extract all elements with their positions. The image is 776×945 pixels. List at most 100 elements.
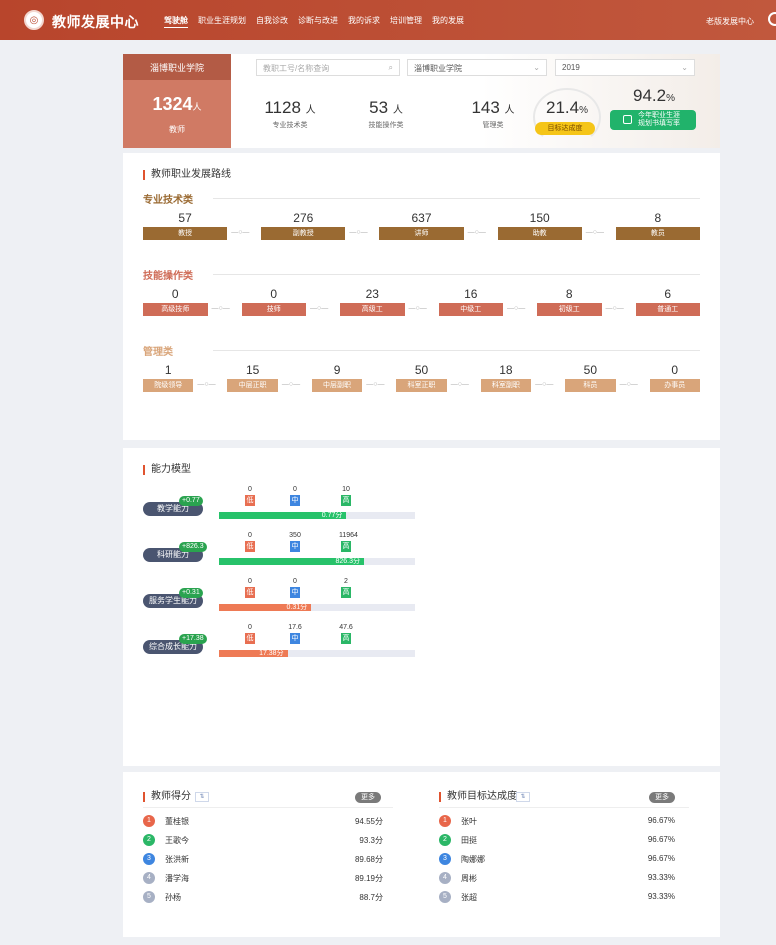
college-select[interactable]: 淄博职业学院 ⌄ xyxy=(407,59,547,76)
career-plan-rate-button[interactable]: 今年职业生涯 规划书填写率 xyxy=(610,110,696,130)
career-node[interactable]: 9 中层副职 xyxy=(311,363,363,392)
teacher-score-title: 教师得分 xyxy=(143,792,191,802)
teacher-total-panel: 1324人 教师 xyxy=(123,80,231,148)
ranking-value: 93.33% xyxy=(647,892,675,901)
career-node[interactable]: 57 教授 xyxy=(143,211,228,240)
ranking-row[interactable]: 1 张叶 96.67% xyxy=(439,814,675,829)
ranking-value: 93.33% xyxy=(647,873,675,882)
career-node[interactable]: 0 办事员 xyxy=(649,363,700,392)
career-node-label: 办事员 xyxy=(649,379,700,392)
career-node[interactable]: 637 讲师 xyxy=(379,211,464,240)
rank-badge: 3 xyxy=(439,853,451,865)
career-node-count: 50 xyxy=(414,363,429,377)
ranking-name: 陶娜娜 xyxy=(461,855,485,864)
ability-level-badge: 中 xyxy=(290,633,300,644)
career-connector: —○— xyxy=(585,229,605,236)
ability-level-value: 0 xyxy=(293,578,297,585)
teacher-total-label: 教师 xyxy=(169,125,185,134)
ability-level-badge: 高 xyxy=(341,587,351,598)
school-logo-icon: ◎ xyxy=(24,10,44,30)
career-node[interactable]: 0 技师 xyxy=(241,287,306,316)
search-input[interactable]: 教职工号/名称查询 ⌕ xyxy=(256,59,400,76)
ability-level-marker: 0低 xyxy=(243,624,257,644)
ability-level-badge: 中 xyxy=(290,541,300,552)
career-node[interactable]: 50 科室正职 xyxy=(396,363,447,392)
career-node[interactable]: 18 科室副职 xyxy=(480,363,532,392)
career-connector: —○— xyxy=(507,305,526,312)
ability-row: 综合成长能力 +17.38 0 低 17.6 中 47.6 高 17.38分 xyxy=(143,624,423,664)
career-node-label: 高级技师 xyxy=(143,303,208,316)
ranking-name: 张叶 xyxy=(461,817,477,826)
career-node-label: 中层副职 xyxy=(311,379,363,392)
divider xyxy=(143,807,393,808)
sort-icon[interactable]: ⇅ xyxy=(195,792,209,802)
career-node-label: 科室副职 xyxy=(480,379,532,392)
teacher-score-more-button[interactable]: 更多 xyxy=(355,792,381,803)
nav-item-diagnosis-improvement[interactable]: 诊断与改进 xyxy=(298,15,338,28)
ability-row: 服务学生能力 +0.31 0 低 0 中 2 高 0.31分 xyxy=(143,578,423,618)
career-path-card: 教师职业发展路线 专业技术类 57 教授 —○— 276 副教授 —○— 637 讲师 —○— 15… xyxy=(123,153,720,440)
ability-level-value: 350 xyxy=(289,532,301,539)
career-node-count: 15 xyxy=(245,363,260,377)
stat-skill: 53 人 技能操作类 xyxy=(368,98,404,129)
ability-level-value: 0 xyxy=(293,486,297,493)
user-menu-icon[interactable] xyxy=(768,12,776,26)
ranking-value: 96.67% xyxy=(647,816,675,825)
year-select[interactable]: 2019 ⌄ xyxy=(555,59,695,76)
school-tab[interactable]: 淄博职业学院 xyxy=(123,54,231,80)
old-version-link[interactable]: 老版发展中心 xyxy=(706,16,754,27)
teacher-goal-more-button[interactable]: 更多 xyxy=(649,792,675,803)
ability-score-track: 17.38分 xyxy=(219,650,415,657)
career-node[interactable]: 276 副教授 xyxy=(261,211,346,240)
nav-item-dashboard[interactable]: 驾驶舱 xyxy=(164,15,188,28)
ability-score-bar: 0.31分 xyxy=(219,604,312,611)
ability-level-marker: 0低 xyxy=(243,486,257,506)
edit-icon xyxy=(623,115,632,124)
ranking-row[interactable]: 3 张洪新 89.68分 xyxy=(143,852,383,867)
rank-badge: 2 xyxy=(439,834,451,846)
career-node[interactable]: 0 高级技师 xyxy=(143,287,208,316)
nav-item-my-appeals[interactable]: 我的诉求 xyxy=(348,15,380,28)
career-node-label: 科室正职 xyxy=(396,379,447,392)
ability-level-value: 0 xyxy=(248,486,252,493)
ranking-row[interactable]: 2 田挺 96.67% xyxy=(439,833,675,848)
career-node[interactable]: 8 初级工 xyxy=(537,287,602,316)
career-node[interactable]: 50 科员 xyxy=(565,363,616,392)
career-node[interactable]: 6 普通工 xyxy=(635,287,700,316)
ranking-row[interactable]: 2 王歌今 93.3分 xyxy=(143,833,383,848)
ranking-row[interactable]: 5 张超 93.33% xyxy=(439,890,675,905)
career-node[interactable]: 8 教员 xyxy=(615,211,700,240)
ranking-name: 张超 xyxy=(461,893,477,902)
ranking-row[interactable]: 5 孙杨 88.7分 xyxy=(143,890,383,905)
ranking-name: 孙杨 xyxy=(165,893,181,902)
ability-delta-badge: +0.77 xyxy=(179,496,203,506)
career-node[interactable]: 15 中层正职 xyxy=(227,363,278,392)
ability-level-marker: 10 高 xyxy=(339,486,353,506)
career-node-label: 初级工 xyxy=(537,303,602,316)
ranking-row[interactable]: 3 陶娜娜 96.67% xyxy=(439,852,675,867)
career-node-count: 0 xyxy=(171,287,179,301)
career-connector: —○— xyxy=(605,305,624,312)
career-node[interactable]: 23 高级工 xyxy=(340,287,405,316)
career-category-title: 技能操作类 xyxy=(143,271,193,282)
ranking-name: 田挺 xyxy=(461,836,477,845)
career-node[interactable]: 16 中级工 xyxy=(438,287,503,316)
ranking-value: 89.19分 xyxy=(354,874,383,883)
ranking-row[interactable]: 4 周彬 93.33% xyxy=(439,871,675,886)
teacher-total-value: 1324人 xyxy=(152,94,202,114)
nav-item-self-diagnosis[interactable]: 自我诊改 xyxy=(256,15,288,28)
career-node[interactable]: 1 院级领导 xyxy=(143,363,194,392)
career-node-count: 23 xyxy=(365,287,379,301)
nav-item-training[interactable]: 培训管理 xyxy=(390,15,422,28)
nav-item-my-development[interactable]: 我的发展 xyxy=(432,15,464,28)
ability-score-label: 0.77分 xyxy=(321,512,343,519)
career-node-count: 637 xyxy=(411,211,432,225)
nav-item-career-planning[interactable]: 职业生涯规划 xyxy=(198,15,246,28)
ranking-row[interactable]: 1 董桂银 94.55分 xyxy=(143,814,383,829)
sort-icon[interactable]: ⇅ xyxy=(516,792,530,802)
career-connector: —○— xyxy=(619,381,638,388)
ranking-row[interactable]: 4 潘学海 89.19分 xyxy=(143,871,383,886)
ability-row: 科研能力 +826.3 0 低 350 中 11964 高 826.3分 xyxy=(143,532,423,572)
career-node[interactable]: 150 助教 xyxy=(497,211,582,240)
career-node-label: 普通工 xyxy=(635,303,700,316)
